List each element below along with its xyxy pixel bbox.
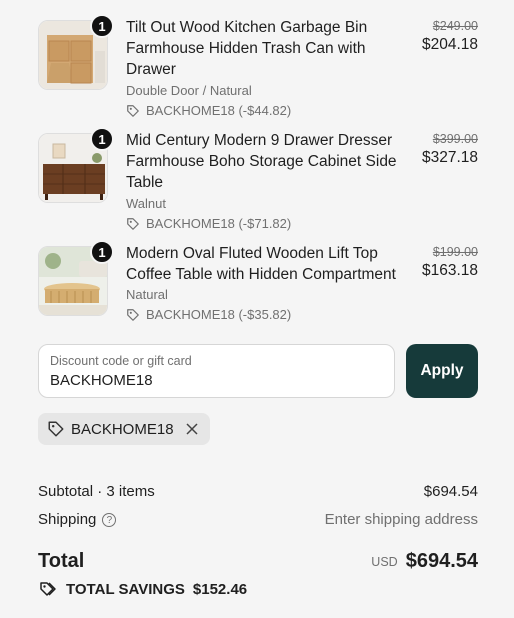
- close-icon: [186, 423, 198, 435]
- tag-icon: [127, 309, 139, 321]
- shipping-label-wrap: Shipping?: [38, 511, 117, 528]
- total-label: Total: [38, 550, 85, 572]
- discounted-price: $163.18: [421, 262, 478, 279]
- product-name: Mid Century Modern 9 Drawer Dresser Farm…: [126, 132, 397, 191]
- item-discount: BACKHOME18 (-$35.82): [126, 307, 406, 323]
- line-item: 1 Tilt Out Wood Kitchen Garbage Bin Farm…: [38, 14, 478, 120]
- discounted-price: $327.18: [421, 149, 478, 166]
- line-item: 1 Modern Oval Fluted Wooden Lift Top Cof…: [38, 240, 478, 326]
- apply-button[interactable]: Apply: [406, 344, 478, 398]
- item-discount-text: BACKHOME18 (-$35.82): [146, 307, 292, 322]
- item-discount: BACKHOME18 (-$44.82): [126, 103, 406, 119]
- subtotal-row: Subtotal · 3 items $694.54: [38, 483, 478, 500]
- product-thumbnail: 1: [38, 127, 114, 203]
- total-savings: TOTAL SAVINGS $152.46: [38, 580, 247, 598]
- tag-icon: [127, 105, 139, 117]
- item-discount-text: BACKHOME18 (-$71.82): [146, 216, 292, 231]
- total-amount-wrap: USD $694.54: [371, 550, 478, 573]
- applied-discount-chip: BACKHOME18: [38, 413, 210, 445]
- quantity-badge: 1: [90, 127, 114, 151]
- help-circle-icon[interactable]: ?: [102, 513, 117, 528]
- tag-icon: [48, 421, 64, 437]
- subtotal-value: $694.54: [423, 483, 478, 500]
- remove-discount-button[interactable]: [184, 421, 200, 437]
- total-row: Total USD $694.54: [38, 550, 478, 573]
- quantity-badge: 1: [90, 240, 114, 264]
- savings-label: TOTAL SAVINGS: [66, 580, 185, 598]
- original-price: $199.00: [432, 245, 478, 259]
- original-price: $249.00: [432, 19, 478, 33]
- tag-icon: [127, 218, 139, 230]
- discount-code-label: Discount code or gift card: [50, 354, 192, 368]
- currency-code: USD: [371, 554, 398, 569]
- tags-icon: [40, 582, 56, 596]
- quantity-badge: 1: [90, 14, 114, 38]
- subtotal-label: Subtotal · 3 items: [38, 483, 155, 500]
- discount-code-row: Discount code or gift card Apply: [38, 344, 478, 398]
- product-name: Tilt Out Wood Kitchen Garbage Bin Farmho…: [126, 19, 368, 78]
- shipping-label: Shipping: [38, 511, 97, 528]
- product-name: Modern Oval Fluted Wooden Lift Top Coffe…: [126, 245, 396, 283]
- discounted-price: $204.18: [421, 36, 478, 53]
- total-value: $694.54: [405, 550, 478, 572]
- line-item: 1 Mid Century Modern 9 Drawer Dresser Fa…: [38, 127, 478, 233]
- applied-code-text: BACKHOME18: [71, 420, 174, 438]
- discount-code-field[interactable]: Discount code or gift card: [38, 344, 395, 398]
- item-discount: BACKHOME18 (-$71.82): [126, 216, 406, 232]
- product-thumbnail: 1: [38, 14, 114, 90]
- discount-code-input[interactable]: [50, 372, 383, 390]
- savings-value: $152.46: [192, 580, 248, 598]
- product-variant: Natural: [126, 287, 168, 302]
- item-discount-text: BACKHOME18 (-$44.82): [146, 103, 292, 118]
- shipping-value: Enter shipping address: [324, 511, 478, 528]
- product-variant: Walnut: [126, 196, 166, 211]
- shipping-row: Shipping? Enter shipping address: [38, 511, 478, 528]
- product-thumbnail: 1: [38, 240, 114, 316]
- product-variant: Double Door / Natural: [126, 83, 252, 98]
- original-price: $399.00: [432, 132, 478, 146]
